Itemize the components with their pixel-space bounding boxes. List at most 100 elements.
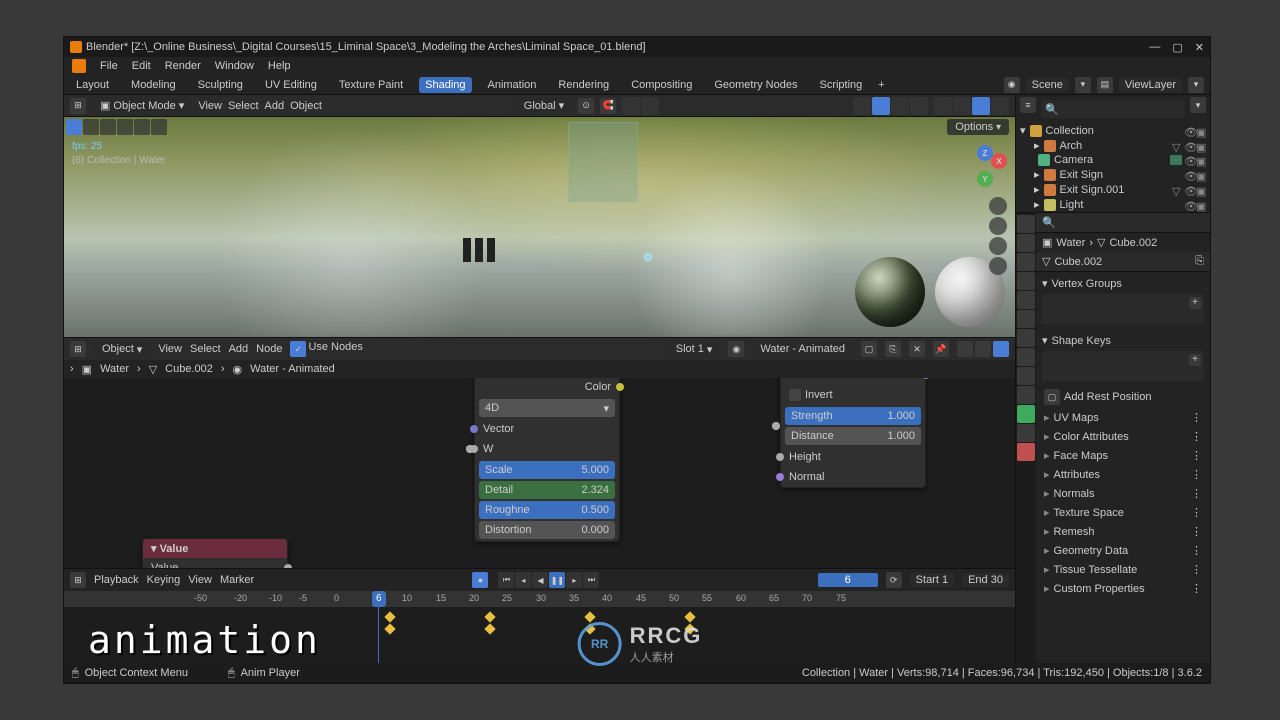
outliner-type-icon[interactable]: ≡	[1020, 97, 1036, 113]
node-canvas[interactable]: ▾ Value Value 0.000987 Fac Color 4D▾ Vec…	[64, 378, 1015, 568]
snap-icon[interactable]: 🧲	[600, 98, 616, 114]
tex-detail-field[interactable]: Detail2.324	[479, 481, 615, 499]
overlay-group[interactable]	[853, 97, 928, 115]
shapekeys-list[interactable]: +	[1042, 351, 1204, 381]
sec-tissue[interactable]: ▸Tissue Tessellate⋮	[1036, 560, 1210, 579]
viewport-options[interactable]: Options ▾	[947, 119, 1009, 135]
ws-texpaint[interactable]: Texture Paint	[333, 77, 409, 93]
tl-playback[interactable]: Playback	[94, 574, 139, 586]
tex-rough-field[interactable]: Roughne0.500	[479, 501, 615, 519]
tex-scale-field[interactable]: Scale5.000	[479, 461, 615, 479]
snap-group[interactable]	[622, 97, 659, 115]
outliner-search[interactable]: 🔍	[1041, 100, 1185, 118]
playhead-label[interactable]: 6	[372, 591, 386, 607]
tab-object-icon[interactable]	[1017, 310, 1035, 328]
strength-field[interactable]: Strength1.000	[785, 407, 921, 425]
axis-x-icon[interactable]: X	[991, 153, 1007, 169]
start-frame-field[interactable]: Start 1	[910, 573, 954, 587]
menu-file[interactable]: File	[100, 60, 118, 72]
vertexgroups-header[interactable]: ▾Vertex Groups	[1042, 275, 1204, 292]
shading-group[interactable]	[934, 97, 1009, 115]
tab-data-icon[interactable]	[1017, 405, 1035, 423]
keyframe-icon[interactable]	[384, 623, 395, 634]
tool-move-icon[interactable]	[100, 119, 116, 135]
scene-new-icon[interactable]: ▾	[1075, 77, 1091, 93]
ws-rendering[interactable]: Rendering	[552, 77, 615, 93]
tool-transform-icon[interactable]	[151, 119, 167, 135]
outliner-item-exitsign001[interactable]: ▸Exit Sign.001▽👁▣	[1016, 182, 1210, 197]
ne-add[interactable]: Add	[229, 343, 249, 355]
viewlayer-selector[interactable]: ViewLayer	[1119, 78, 1182, 92]
hdr-view[interactable]: View	[198, 100, 222, 112]
ne-editor-type-icon[interactable]: ⊞	[70, 341, 86, 357]
ne-node[interactable]: Node	[256, 343, 282, 355]
editor-type-icon[interactable]: ⊞	[70, 98, 86, 114]
sec-texspace[interactable]: ▸Texture Space⋮	[1036, 503, 1210, 522]
keyframe-icon[interactable]	[484, 623, 495, 634]
hdr-object[interactable]: Object	[290, 100, 322, 112]
new-material-icon[interactable]: ▢	[861, 341, 877, 357]
sec-remesh[interactable]: ▸Remesh⋮	[1036, 522, 1210, 541]
axis-y-icon[interactable]: Y	[977, 171, 993, 187]
tex-dist-field[interactable]: Distortion0.000	[479, 521, 615, 539]
sec-facemaps[interactable]: ▸Face Maps⋮	[1036, 446, 1210, 465]
menu-help[interactable]: Help	[268, 60, 291, 72]
outliner-item-arch[interactable]: ▸Arch▽👁▣	[1016, 138, 1210, 153]
ne-overlay-icon[interactable]	[975, 341, 991, 357]
playhead[interactable]	[378, 607, 379, 663]
material-selector[interactable]: Water - Animated	[752, 341, 853, 357]
tool-cursor-icon[interactable]	[83, 119, 99, 135]
ws-shading[interactable]: Shading	[419, 77, 471, 93]
ws-uv[interactable]: UV Editing	[259, 77, 323, 93]
close-icon[interactable]: ✕	[1195, 41, 1204, 54]
node-normal-map[interactable]: Normal Invert Strength1.000 Distance1.00…	[780, 378, 926, 488]
filter-icon[interactable]: ▾	[1190, 97, 1206, 113]
menu-edit[interactable]: Edit	[132, 60, 151, 72]
use-nodes-checkbox[interactable]: ✓Use Nodes	[290, 341, 362, 357]
ne-view[interactable]: View	[158, 343, 182, 355]
key-prev-icon[interactable]: ◂	[515, 572, 531, 588]
pivot-icon[interactable]: ⊙	[578, 98, 594, 114]
ne-snap-icon[interactable]	[957, 341, 973, 357]
mesh-name-field[interactable]: ▽Cube.002⎘	[1036, 252, 1210, 272]
axis-z-icon[interactable]: Z	[977, 145, 993, 161]
autokey-icon[interactable]: ●	[472, 572, 488, 588]
ne-select[interactable]: Select	[190, 343, 221, 355]
ws-sculpting[interactable]: Sculpting	[192, 77, 249, 93]
pan-icon[interactable]	[989, 217, 1007, 235]
menu-render[interactable]: Render	[165, 60, 201, 72]
sec-customprops[interactable]: ▸Custom Properties⋮	[1036, 579, 1210, 598]
sec-uvmaps[interactable]: ▸UV Maps⋮	[1036, 408, 1210, 427]
add-rest-position[interactable]: ▢Add Rest Position	[1036, 386, 1210, 408]
tab-world-icon[interactable]	[1017, 291, 1035, 309]
tab-modifier-icon[interactable]	[1017, 329, 1035, 347]
sec-attributes[interactable]: ▸Attributes⋮	[1036, 465, 1210, 484]
add-workspace-icon[interactable]: +	[878, 79, 884, 91]
tool-scale-icon[interactable]	[134, 119, 150, 135]
keyframe-icon[interactable]	[484, 611, 495, 622]
shapekeys-header[interactable]: ▾Shape Keys	[1042, 332, 1204, 349]
nav-gizmo[interactable]: X Y Z	[965, 145, 1007, 187]
camera-icon[interactable]	[989, 237, 1007, 255]
menu-window[interactable]: Window	[215, 60, 254, 72]
scene-icon[interactable]: ◉	[1004, 77, 1020, 93]
tab-texture-icon[interactable]	[1017, 443, 1035, 461]
node-value[interactable]: ▾ Value Value 0.000987	[142, 538, 288, 568]
unlink-icon[interactable]: ✕	[909, 341, 925, 357]
play-rev-icon[interactable]: ◀	[532, 572, 548, 588]
hdr-select[interactable]: Select	[228, 100, 259, 112]
tab-viewlayer-icon[interactable]	[1017, 253, 1035, 271]
tool-select-icon[interactable]	[66, 119, 82, 135]
hdr-add[interactable]: Add	[265, 100, 285, 112]
add-icon[interactable]: +	[1189, 297, 1201, 309]
tab-physics-icon[interactable]	[1017, 367, 1035, 385]
pause-icon[interactable]: ❚❚	[549, 572, 565, 588]
copy-material-icon[interactable]: ⎘	[885, 341, 901, 357]
ne-backdrop-icon[interactable]	[993, 341, 1009, 357]
persp-icon[interactable]	[989, 257, 1007, 275]
tex-dim-dropdown[interactable]: 4D▾	[479, 399, 615, 417]
ws-layout[interactable]: Layout	[70, 77, 115, 93]
slot-selector[interactable]: Slot 1▾	[668, 341, 721, 358]
ws-geonodes[interactable]: Geometry Nodes	[708, 77, 803, 93]
jump-end-icon[interactable]: ⏭	[583, 572, 599, 588]
